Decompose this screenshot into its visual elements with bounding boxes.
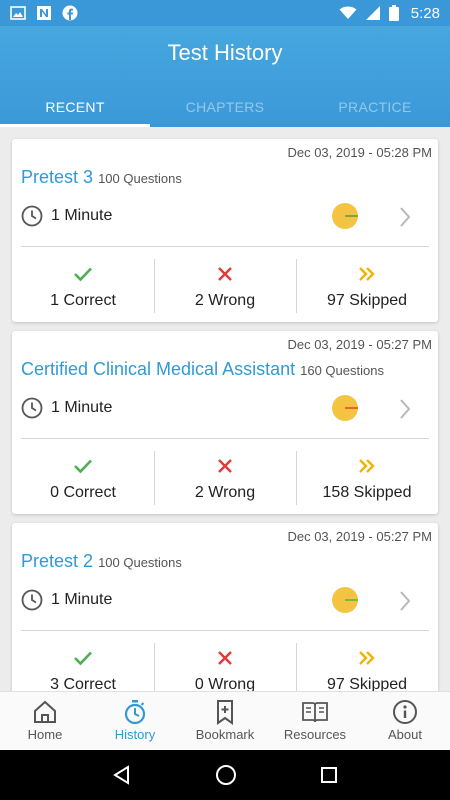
score-pie-chart [332, 587, 358, 613]
stat-skipped: 97 Skipped [296, 247, 438, 322]
card-title-row: Pretest 2 100 Questions [21, 551, 182, 572]
card-title-row: Certified Clinical Medical Assistant 160… [21, 359, 384, 380]
card-title: Pretest 2 [21, 551, 94, 571]
recents-icon[interactable] [320, 766, 338, 784]
result-stats: 3 Correct 0 Wrong 97 Skipped [12, 631, 438, 691]
stat-wrong: 0 Wrong [154, 631, 296, 691]
stat-skipped: 158 Skipped [296, 439, 438, 514]
card-title: Certified Clinical Medical Assistant [21, 359, 296, 379]
tab-recent[interactable]: RECENT [0, 94, 150, 127]
wrong-count: 0 Wrong [194, 676, 256, 691]
cross-icon [218, 651, 232, 665]
card-duration-row: 1 Minute [21, 589, 112, 611]
chevron-right-icon[interactable] [398, 589, 412, 613]
clock-icon [21, 589, 43, 611]
home-circle-icon[interactable] [215, 764, 237, 786]
stat-correct: 1 Correct [12, 247, 154, 322]
result-stats: 0 Correct 2 Wrong 158 Skipped [12, 439, 438, 514]
stat-skipped: 97 Skipped [296, 631, 438, 691]
bookmark-icon [217, 700, 233, 725]
facebook-icon [62, 5, 78, 21]
check-icon [74, 267, 92, 282]
card-question-count: 160 Questions [300, 363, 384, 378]
skipped-count: 97 Skipped [326, 292, 408, 309]
wifi-icon [339, 6, 357, 19]
signal-icon [365, 6, 380, 20]
skipped-count: 158 Skipped [322, 484, 412, 501]
double-chevron-right-icon [359, 459, 375, 473]
nav-label: Home [27, 727, 63, 742]
correct-count: 3 Correct [50, 676, 116, 691]
home-icon [34, 700, 56, 723]
score-pie-chart [332, 203, 358, 229]
nav-resources[interactable]: Resources [270, 692, 360, 750]
card-question-count: 100 Questions [98, 171, 182, 186]
double-chevron-right-icon [359, 267, 375, 281]
tab-bar: RECENT CHAPTERS PRACTICE [0, 94, 450, 127]
stat-correct: 3 Correct [12, 631, 154, 691]
stat-wrong: 2 Wrong [154, 439, 296, 514]
cross-icon [218, 267, 232, 281]
check-icon [74, 651, 92, 666]
wrong-count: 2 Wrong [194, 484, 256, 501]
bottom-navigation: Home History Bookmark Resources About [0, 691, 450, 750]
stat-correct: 0 Correct [12, 439, 154, 514]
card-duration-row: 1 Minute [21, 205, 112, 227]
info-icon [393, 700, 417, 724]
page-title: Test History [167, 40, 283, 65]
book-icon [302, 702, 328, 723]
card-date: Dec 03, 2019 - 05:27 PM [287, 337, 432, 352]
cross-icon [218, 459, 232, 473]
clock-icon [21, 397, 43, 419]
nav-home[interactable]: Home [0, 692, 90, 750]
card-duration-row: 1 Minute [21, 397, 112, 419]
system-navigation-bar [0, 750, 450, 800]
wrong-count: 2 Wrong [194, 292, 256, 309]
n-icon [37, 6, 51, 20]
card-duration: 1 Minute [51, 591, 113, 608]
skipped-count: 97 Skipped [326, 676, 408, 691]
back-icon[interactable] [112, 765, 132, 785]
double-chevron-right-icon [359, 651, 375, 665]
nav-label: Resources [283, 727, 347, 742]
history-card[interactable]: Dec 03, 2019 - 05:27 PM Pretest 2 100 Qu… [12, 523, 438, 691]
card-date: Dec 03, 2019 - 05:27 PM [287, 529, 432, 544]
stat-wrong: 2 Wrong [154, 247, 296, 322]
history-card[interactable]: Dec 03, 2019 - 05:27 PM Certified Clinic… [12, 331, 438, 514]
chevron-right-icon[interactable] [398, 397, 412, 421]
nav-label: Bookmark [195, 727, 255, 742]
score-pie-chart [332, 395, 358, 421]
history-card[interactable]: Dec 03, 2019 - 05:28 PM Pretest 3 100 Qu… [12, 139, 438, 322]
card-title-row: Pretest 3 100 Questions [21, 167, 182, 188]
battery-icon [388, 5, 399, 21]
nav-label: History [114, 727, 156, 742]
nav-history[interactable]: History [90, 692, 180, 750]
nav-bookmark[interactable]: Bookmark [180, 692, 270, 750]
card-duration: 1 Minute [51, 399, 113, 416]
tab-practice[interactable]: PRACTICE [300, 94, 450, 127]
stopwatch-icon [124, 700, 146, 725]
card-title: Pretest 3 [21, 167, 94, 187]
app-header: Test History RECENT CHAPTERS PRACTICE [0, 26, 450, 127]
tab-chapters[interactable]: CHAPTERS [150, 94, 300, 127]
status-time: 5:28 [410, 4, 440, 22]
status-bar: 5:28 [0, 0, 450, 26]
card-date: Dec 03, 2019 - 05:28 PM [287, 145, 432, 160]
nav-about[interactable]: About [360, 692, 450, 750]
correct-count: 1 Correct [50, 292, 116, 309]
card-duration: 1 Minute [51, 207, 113, 224]
card-question-count: 100 Questions [98, 555, 182, 570]
correct-count: 0 Correct [50, 484, 116, 501]
chevron-right-icon[interactable] [398, 205, 412, 229]
history-list[interactable]: Dec 03, 2019 - 05:28 PM Pretest 3 100 Qu… [0, 127, 450, 691]
check-icon [74, 459, 92, 474]
image-icon [10, 6, 26, 20]
result-stats: 1 Correct 2 Wrong 97 Skipped [12, 247, 438, 322]
nav-label: About [388, 727, 422, 742]
clock-icon [21, 205, 43, 227]
